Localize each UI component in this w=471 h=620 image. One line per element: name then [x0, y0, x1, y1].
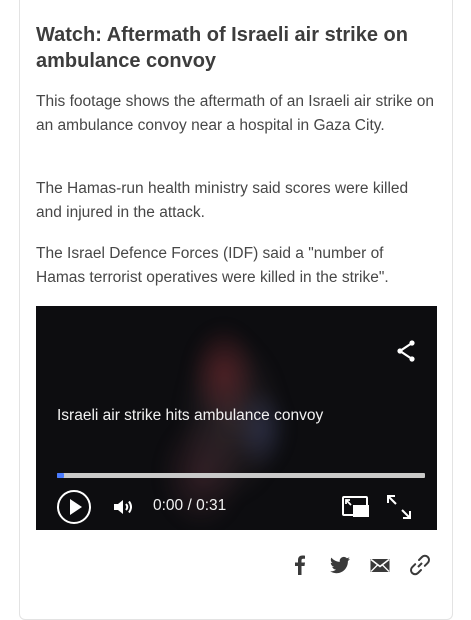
facebook-icon[interactable]: [288, 553, 312, 577]
twitter-icon[interactable]: [328, 553, 352, 577]
share-bar: [288, 553, 438, 577]
article-paragraph: The Hamas-run health ministry said score…: [36, 180, 409, 221]
link-icon[interactable]: [408, 553, 432, 577]
article-paragraph: The Israel Defence Forces (IDF) said a "…: [36, 245, 389, 286]
video-caption: Israeli air strike hits ambulance convoy: [57, 407, 324, 424]
article-card: Watch: Aftermath of Israeli air strike o…: [19, 0, 453, 620]
time-display: 0:00 / 0:31: [153, 497, 227, 514]
article-title: Watch: Aftermath of Israeli air strike o…: [36, 24, 408, 72]
article-paragraph: This footage shows the aftermath of an I…: [36, 93, 435, 134]
share-icon[interactable]: [395, 339, 417, 363]
volume-icon[interactable]: [111, 495, 135, 519]
video-player[interactable]: Israeli air strike hits ambulance convoy…: [36, 306, 437, 530]
email-icon[interactable]: [368, 553, 392, 577]
play-icon[interactable]: [57, 490, 91, 524]
progress-fill: [57, 473, 65, 478]
fullscreen-icon[interactable]: [385, 493, 413, 521]
progress-bar[interactable]: [57, 473, 425, 478]
picture-in-picture-icon[interactable]: [341, 494, 371, 520]
